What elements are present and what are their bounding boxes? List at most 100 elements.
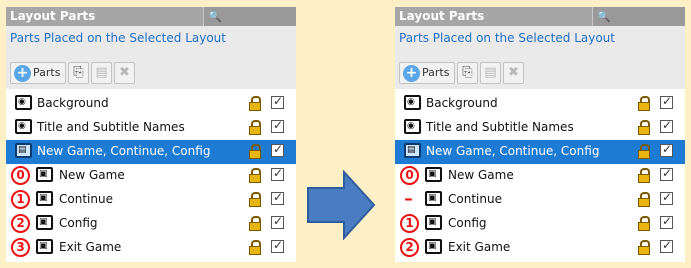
list-item-continue[interactable]: – ▣ Continue ✓ — [395, 188, 685, 212]
trash-icon: ✖ — [119, 65, 130, 80]
delete-button[interactable]: ✖ — [114, 62, 135, 84]
panel-titlebar: Layout Parts 🔍 — [6, 7, 296, 26]
list-item-label: Config — [59, 216, 98, 230]
delete-button[interactable]: ✖ — [503, 62, 524, 84]
visibility-checkbox[interactable]: ✓ — [271, 238, 284, 253]
visibility-checkbox[interactable]: ✓ — [271, 118, 284, 133]
lock-icon[interactable] — [249, 120, 261, 135]
button-part-icon: ▣ — [425, 167, 442, 182]
paste-icon: ▤ — [95, 65, 108, 80]
list-item-continue[interactable]: 1 ▣ Continue ✓ — [6, 188, 296, 212]
plus-circle-icon: + — [403, 65, 420, 82]
lock-icon[interactable] — [638, 240, 650, 255]
list-item-background[interactable]: ◉ Background ✓ — [6, 92, 296, 116]
panel-header: Parts Placed on the Selected Layout + Pa… — [6, 26, 296, 89]
paste-button[interactable]: ▤ — [91, 62, 112, 84]
order-number-badge: 0 — [400, 166, 419, 185]
lock-icon[interactable] — [638, 168, 650, 183]
visibility-checkbox[interactable]: ✓ — [660, 190, 673, 205]
add-parts-button[interactable]: + Parts — [10, 62, 66, 84]
image-part-icon: ◉ — [15, 95, 32, 110]
list-item-label: Exit Game — [59, 240, 122, 254]
list-item-new-game[interactable]: 0 ▣ New Game ✓ — [395, 164, 685, 188]
lock-icon[interactable] — [638, 120, 650, 135]
folder-icon: ▤ — [404, 143, 421, 158]
right-arrow-icon — [307, 170, 376, 240]
list-item-background[interactable]: ◉ Background ✓ — [395, 92, 685, 116]
list-item-label: New Game, Continue, Config — [37, 144, 211, 158]
order-number-badge: 0 — [11, 166, 30, 185]
button-part-icon: ▣ — [36, 239, 53, 254]
panel-subtitle: Parts Placed on the Selected Layout — [10, 31, 226, 45]
list-item-label: New Game — [448, 168, 514, 182]
paste-button[interactable]: ▤ — [480, 62, 501, 84]
list-item-label: Continue — [448, 192, 502, 206]
lock-icon[interactable] — [249, 168, 261, 183]
visibility-checkbox[interactable]: ✓ — [660, 166, 673, 181]
search-box[interactable]: 🔍 — [592, 7, 685, 26]
order-number-badge: 2 — [11, 214, 30, 233]
folder-icon: ▤ — [15, 143, 32, 158]
lock-icon[interactable] — [249, 216, 261, 231]
list-item-exit-game[interactable]: 2 ▣ Exit Game ✓ — [395, 236, 685, 260]
copy-button[interactable]: ⎘ — [68, 62, 89, 84]
visibility-checkbox[interactable]: ✓ — [271, 214, 284, 229]
button-part-icon: ▣ — [425, 239, 442, 254]
visibility-checkbox[interactable]: ✓ — [271, 166, 284, 181]
visibility-checkbox[interactable]: ✓ — [660, 94, 673, 109]
list-item-label: Config — [448, 216, 487, 230]
visibility-checkbox[interactable]: ✓ — [271, 190, 284, 205]
list-item-label: Continue — [59, 192, 113, 206]
list-item-label: Exit Game — [448, 240, 511, 254]
search-box[interactable]: 🔍 — [203, 7, 296, 26]
panel-title: Layout Parts — [10, 9, 96, 23]
visibility-checkbox[interactable]: ✓ — [660, 238, 673, 253]
list-item-config[interactable]: 2 ▣ Config ✓ — [6, 212, 296, 236]
image-part-icon: ◉ — [404, 119, 421, 134]
panel-subtitle: Parts Placed on the Selected Layout — [399, 31, 615, 45]
layout-parts-panel-before: Layout Parts 🔍 Parts Placed on the Selec… — [6, 7, 296, 262]
list-item-new-game[interactable]: 0 ▣ New Game ✓ — [6, 164, 296, 188]
visibility-checkbox[interactable]: ✓ — [271, 142, 284, 157]
lock-icon[interactable] — [249, 240, 261, 255]
visibility-checkbox[interactable]: ✓ — [271, 94, 284, 109]
list-item-exit-game[interactable]: 3 ▣ Exit Game ✓ — [6, 236, 296, 260]
lock-icon[interactable] — [638, 96, 650, 111]
order-number-badge: 3 — [11, 238, 30, 257]
list-item-config[interactable]: 1 ▣ Config ✓ — [395, 212, 685, 236]
copy-icon: ⎘ — [462, 65, 473, 80]
button-part-icon: ▣ — [425, 191, 442, 206]
visibility-checkbox[interactable]: ✓ — [660, 118, 673, 133]
lock-icon[interactable] — [249, 144, 261, 159]
lock-icon[interactable] — [249, 192, 261, 207]
order-number-badge: 1 — [400, 214, 419, 233]
paste-icon: ▤ — [484, 65, 497, 80]
button-part-icon: ▣ — [36, 215, 53, 230]
list-item-menu-group[interactable]: ▤ New Game, Continue, Config ✓ — [395, 140, 685, 164]
image-part-icon: ◉ — [404, 95, 421, 110]
search-icon: 🔍 — [208, 10, 222, 23]
add-parts-button[interactable]: + Parts — [399, 62, 455, 84]
copy-button[interactable]: ⎘ — [457, 62, 478, 84]
list-item-label: New Game — [59, 168, 125, 182]
list-item-menu-group[interactable]: ▤ New Game, Continue, Config ✓ — [6, 140, 296, 164]
lock-icon[interactable] — [638, 144, 650, 159]
parts-button-label: Parts — [33, 66, 61, 79]
list-item-label: New Game, Continue, Config — [426, 144, 600, 158]
list-item-title-names[interactable]: ◉ Title and Subtitle Names ✓ — [395, 116, 685, 140]
list-item-label: Background — [426, 96, 498, 110]
visibility-checkbox[interactable]: ✓ — [660, 214, 673, 229]
copy-icon: ⎘ — [73, 65, 84, 80]
panel-title: Layout Parts — [399, 9, 485, 23]
button-part-icon: ▣ — [425, 215, 442, 230]
panel-titlebar: Layout Parts 🔍 — [395, 7, 685, 26]
lock-icon[interactable] — [638, 192, 650, 207]
trash-icon: ✖ — [508, 65, 519, 80]
list-item-title-names[interactable]: ◉ Title and Subtitle Names ✓ — [6, 116, 296, 140]
lock-icon[interactable] — [249, 96, 261, 111]
order-number-badge: 1 — [11, 190, 30, 209]
visibility-checkbox[interactable]: ✓ — [660, 142, 673, 157]
button-part-icon: ▣ — [36, 167, 53, 182]
lock-icon[interactable] — [638, 216, 650, 231]
list-item-label: Background — [37, 96, 109, 110]
